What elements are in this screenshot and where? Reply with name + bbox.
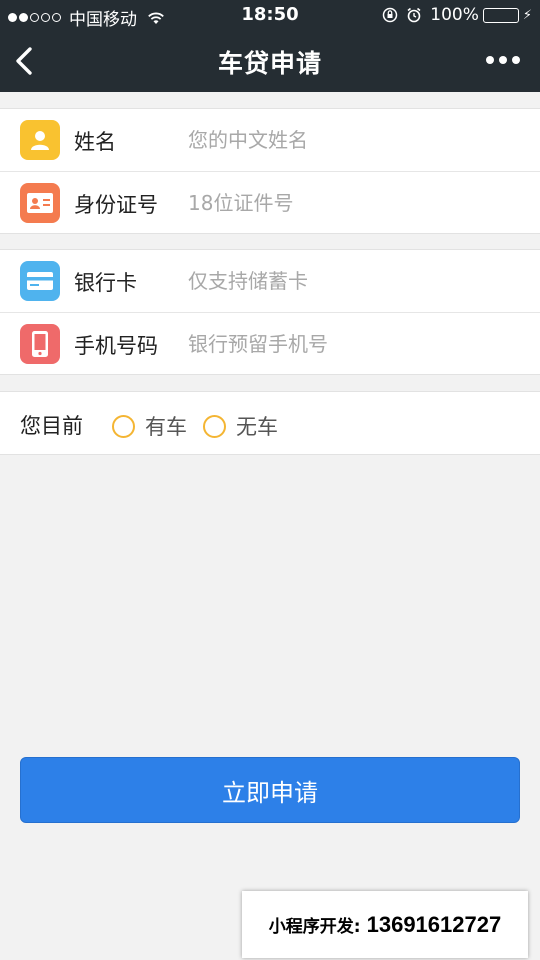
bank-card-label: 银行卡 <box>74 271 137 295</box>
alarm-icon <box>407 7 421 23</box>
nav-bar: 车贷申请 <box>0 30 540 92</box>
phone-row: 手机号码 <box>0 312 540 374</box>
car-status-label: 您目前 <box>20 414 83 438</box>
name-row: 姓名 <box>0 109 540 171</box>
id-number-label: 身份证号 <box>74 193 158 217</box>
name-input[interactable] <box>188 122 508 158</box>
radio-circle-icon[interactable] <box>203 414 226 438</box>
more-dot <box>486 56 494 64</box>
phone-icon <box>20 324 60 364</box>
charging-bolt-icon: ⚡ <box>522 7 532 23</box>
car-status-row: 您目前 有车 无车 <box>0 392 540 454</box>
radio-circle-icon[interactable] <box>112 414 135 438</box>
contact-phone: 13691612727 <box>366 911 502 937</box>
contact-badge: 小程序开发: 13691612727 <box>242 891 528 958</box>
id-card-icon <box>20 183 60 223</box>
radio-has-car-label: 有车 <box>145 415 187 439</box>
id-number-input[interactable] <box>188 185 508 221</box>
phone-input[interactable] <box>188 326 508 362</box>
apply-button[interactable]: 立即申请 <box>20 757 520 823</box>
more-dot <box>512 56 520 64</box>
radio-has-car[interactable]: 有车 <box>112 411 187 441</box>
contact-label: 小程序开发: <box>268 917 361 937</box>
battery-icon <box>482 7 519 23</box>
more-dots-icon[interactable] <box>481 56 520 64</box>
credit-card-icon <box>20 261 60 301</box>
bank-card-row: 银行卡 <box>0 250 540 312</box>
battery-percent: 100% <box>430 5 479 25</box>
radio-no-car[interactable]: 无车 <box>203 411 278 441</box>
bank-group: 银行卡 手机号码 <box>0 249 540 375</box>
user-icon <box>20 120 60 160</box>
status-right: 100% ⚡ <box>382 5 532 25</box>
more-dot <box>499 56 507 64</box>
status-bar: 中国移动 18:50 100% ⚡ <box>0 0 540 30</box>
bank-card-input[interactable] <box>188 263 508 299</box>
id-row: 身份证号 <box>0 171 540 233</box>
orientation-lock-icon <box>383 7 398 23</box>
page-title: 车贷申请 <box>217 49 322 78</box>
name-label: 姓名 <box>74 130 116 154</box>
radio-no-car-label: 无车 <box>236 415 278 439</box>
phone-label: 手机号码 <box>74 334 158 358</box>
car-status-group: 您目前 有车 无车 <box>0 391 540 455</box>
identity-group: 姓名 身份证号 <box>0 108 540 234</box>
